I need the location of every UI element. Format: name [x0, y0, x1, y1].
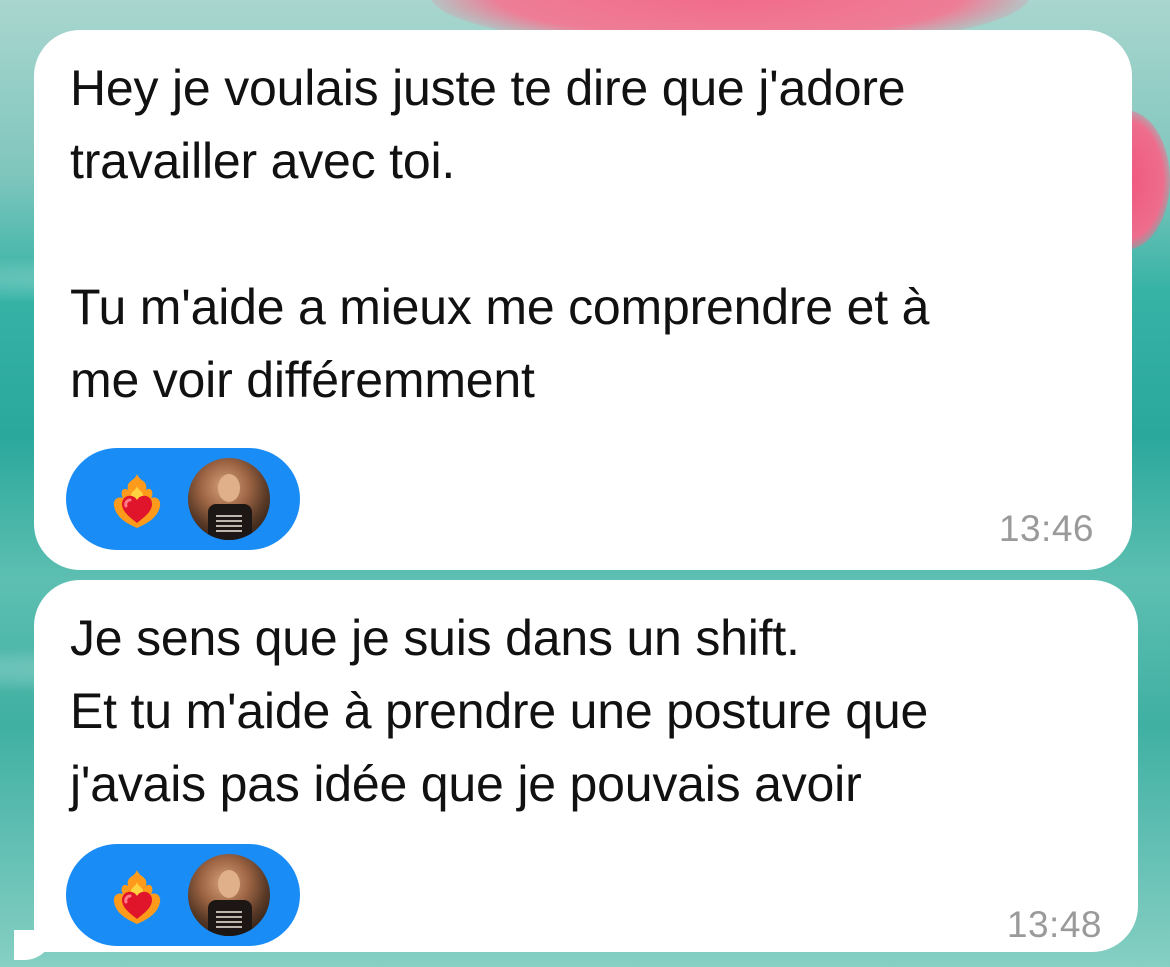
chat-thread: Hey je voulais juste te dire que j'adore… — [0, 0, 1170, 967]
heart-on-fire-icon — [104, 862, 170, 928]
reactions-pill[interactable] — [66, 844, 300, 946]
reactions-pill[interactable] — [66, 448, 300, 550]
message-bubble[interactable]: Hey je voulais juste te dire que j'adore… — [34, 30, 1132, 570]
message-text: Hey je voulais juste te dire que j'adore… — [70, 60, 930, 408]
message-timestamp: 13:48 — [1006, 904, 1102, 945]
message-timestamp: 13:46 — [998, 508, 1094, 549]
heart-on-fire-icon — [104, 466, 170, 532]
message-bubble[interactable]: Je sens que je suis dans un shift. Et tu… — [34, 580, 1138, 952]
avatar — [188, 458, 270, 540]
avatar — [188, 854, 270, 936]
message-text: Je sens que je suis dans un shift. Et tu… — [70, 610, 929, 812]
